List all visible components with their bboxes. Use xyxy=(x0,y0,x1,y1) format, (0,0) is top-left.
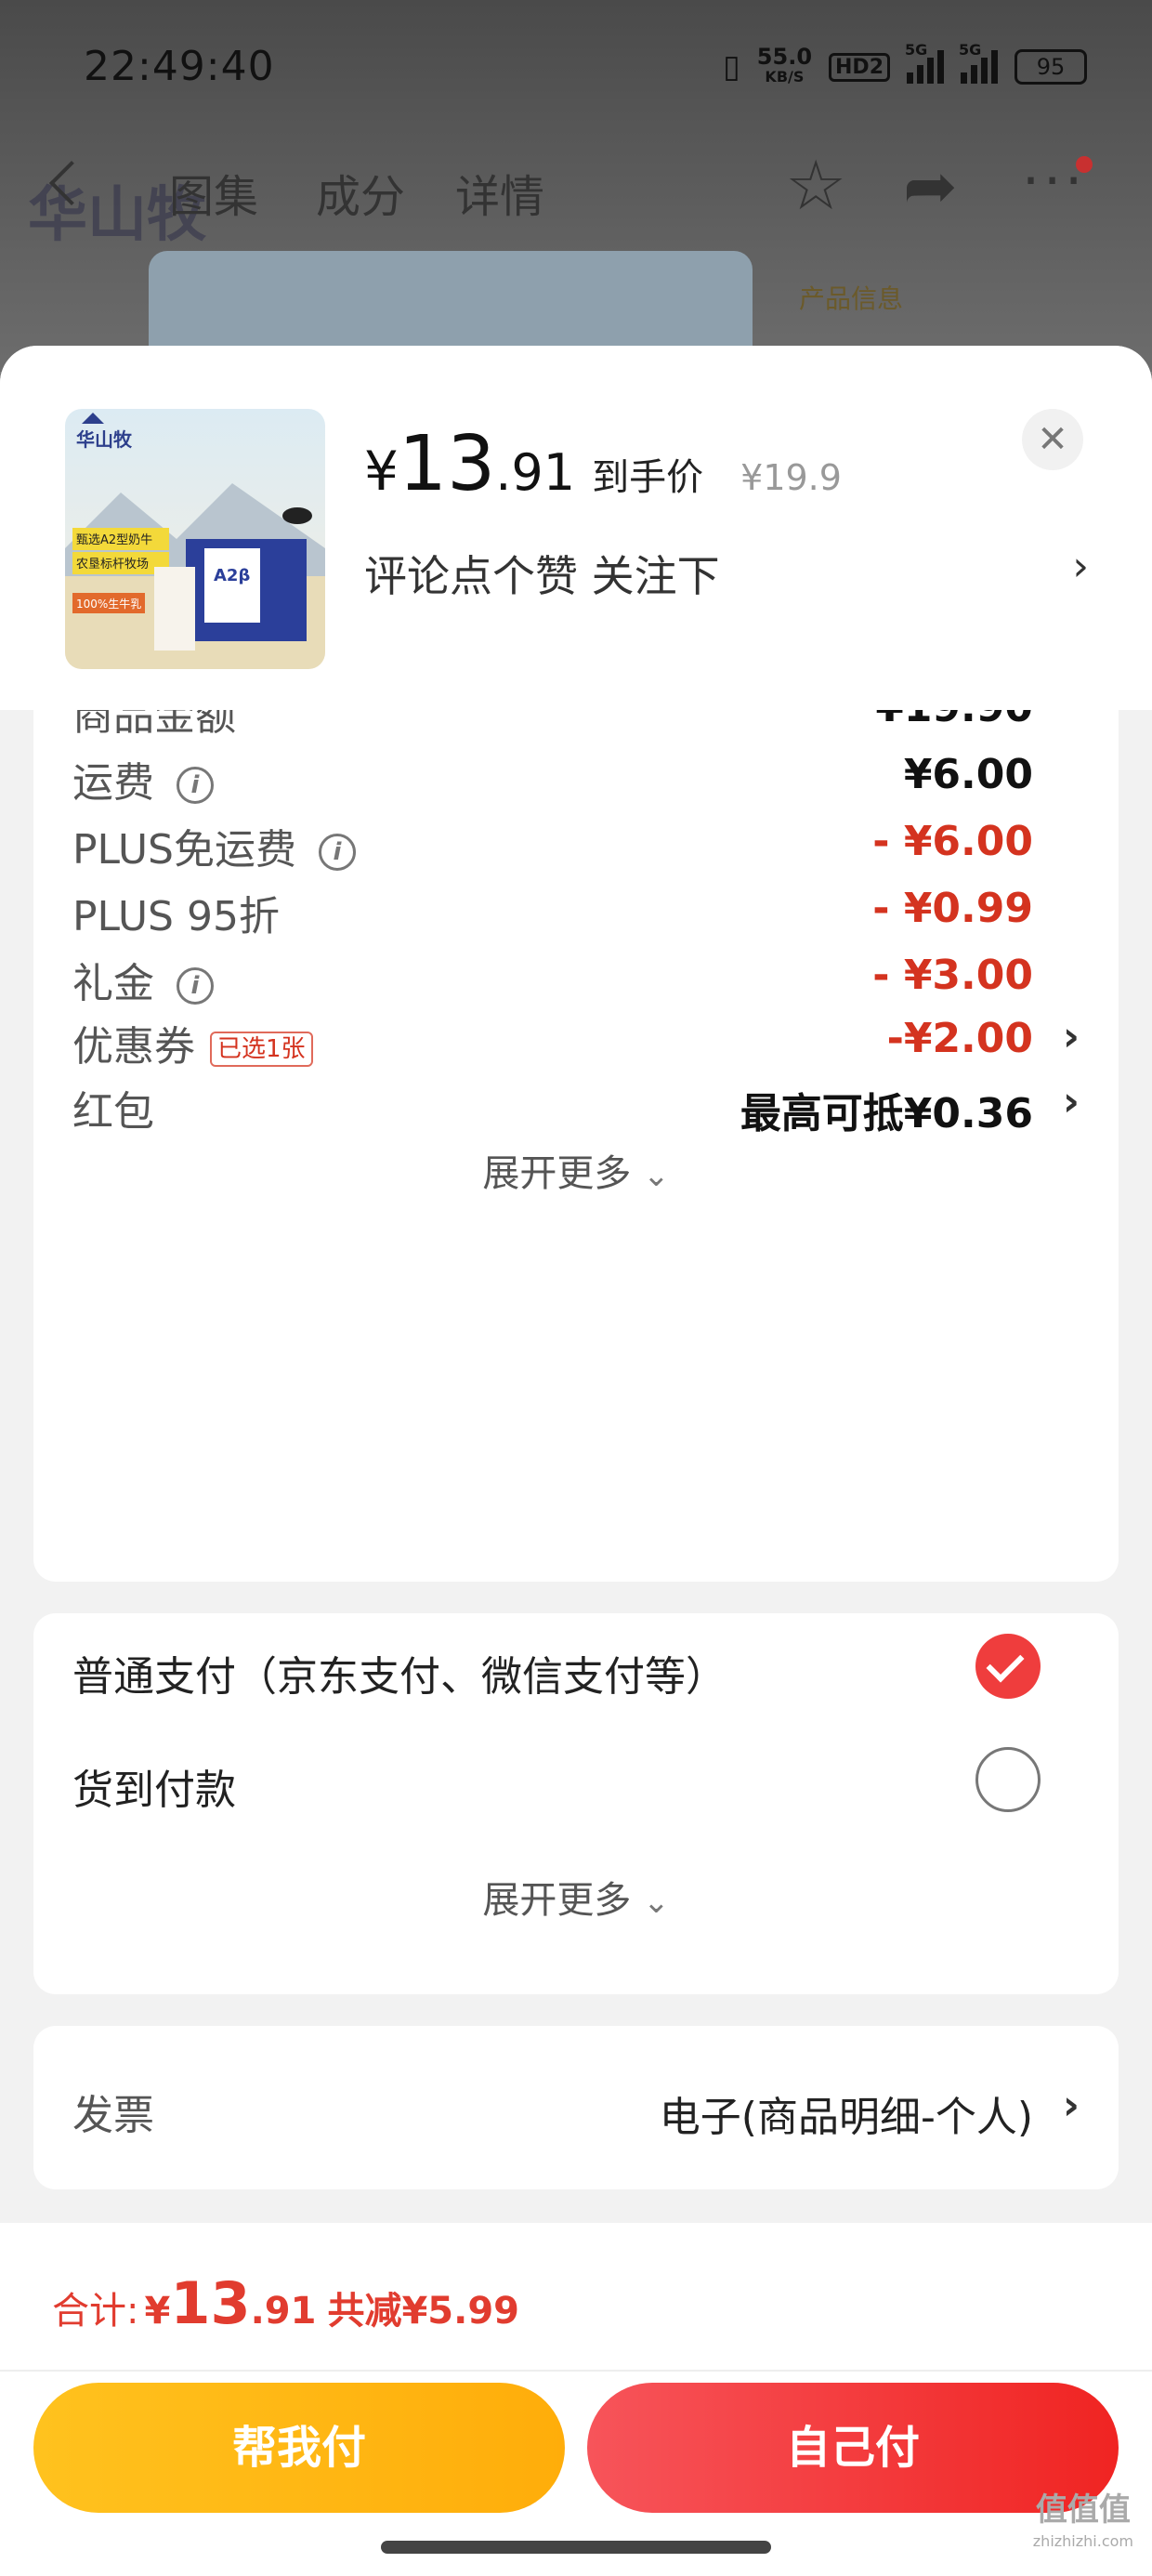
status-icons: ▯ 55.0 KB/S HD2 5G 5G 95 xyxy=(723,41,1087,87)
close-icon: ✕ xyxy=(1037,418,1068,461)
comment-follow-text: 评论点个赞 关注下 xyxy=(364,551,720,601)
product-nav-bar: 图集 成分 详情 ☆ ➦ ··· xyxy=(0,149,1152,232)
total-label: 合计: xyxy=(52,2290,139,2333)
expand-more-button[interactable]: 展开更多 ⌄ xyxy=(33,1870,1119,1924)
expand-more-button[interactable]: 展开更多 ⌄ xyxy=(33,1143,1119,1197)
payment-option-label: 货到付款 xyxy=(72,1767,236,1814)
breakdown-row-coupon[interactable]: 优惠券 已选1张 -¥2.00 › xyxy=(72,1004,1080,1078)
signal-label: 5G xyxy=(959,41,982,59)
total-reduced: 共减¥5.99 xyxy=(327,2290,519,2333)
total-row: 合计: ¥ 13 .91 共减¥5.99 xyxy=(52,2269,519,2337)
chevron-right-icon: › xyxy=(1072,543,1089,590)
comment-follow-row[interactable]: 评论点个赞 关注下 › xyxy=(364,543,1089,608)
info-icon[interactable]: i xyxy=(319,834,356,871)
row-label: 红包 xyxy=(72,1088,154,1136)
expand-more-label: 展开更多 xyxy=(482,1152,632,1195)
row-label: PLUS免运费 i xyxy=(72,816,356,875)
watermark-main: 值值值 xyxy=(1035,2491,1131,2529)
payment-method-card: 普通支付（京东支付、微信支付等） 货到付款 展开更多 ⌄ xyxy=(33,1613,1119,1994)
close-button[interactable]: ✕ xyxy=(1022,409,1083,470)
svg-text:农垦标杆牧场: 农垦标杆牧场 xyxy=(76,558,149,572)
checkout-bottom-bar: 合计: ¥ 13 .91 共减¥5.99 帮我付 自己付 值值值 zhizhiz… xyxy=(0,2223,1152,2576)
row-value: - ¥0.99 xyxy=(872,885,1033,932)
row-label: 运费 i xyxy=(72,749,214,808)
row-label: 礼金 i xyxy=(72,950,214,1009)
row-label: PLUS 95折 xyxy=(72,893,280,940)
svg-text:甄选A2型奶牛: 甄选A2型奶牛 xyxy=(76,533,152,547)
chevron-right-icon: › xyxy=(1062,1078,1080,1125)
product-thumbnail[interactable]: 华山牧 甄选A2型奶牛 农垦标杆牧场 100%生牛乳 A2β xyxy=(65,409,325,669)
expand-more-label: 展开更多 xyxy=(482,1879,632,1922)
chevron-down-icon: ⌄ xyxy=(643,1157,670,1194)
breakdown-row-plus-free-shipping: PLUS免运费 i - ¥6.00 xyxy=(72,807,1080,881)
invoice-label: 发票 xyxy=(72,2092,154,2139)
net-speed-value: 55.0 xyxy=(756,44,813,70)
invoice-row[interactable]: 发票 电子(商品明细-个人) › xyxy=(72,2072,1080,2147)
tab-ingredients[interactable]: 成分 xyxy=(316,160,405,225)
tab-details[interactable]: 详情 xyxy=(455,160,544,225)
back-icon[interactable] xyxy=(48,160,95,206)
net-speed-unit: KB/S xyxy=(765,68,805,85)
product-info-tab: 产品信息 xyxy=(799,283,904,314)
svg-text:A2β: A2β xyxy=(214,566,250,585)
total-integer: 13 xyxy=(170,2269,251,2337)
help-me-pay-button[interactable]: 帮我付 xyxy=(33,2383,565,2513)
status-time: 22:49:40 xyxy=(84,43,275,90)
divider xyxy=(0,2370,1152,2372)
price-currency: ¥ xyxy=(364,440,399,503)
breakdown-row-red-packet[interactable]: 红包 最高可抵¥0.36 › xyxy=(72,1069,1080,1143)
notification-dot xyxy=(1076,156,1093,173)
row-value: ¥6.00 xyxy=(903,751,1033,798)
breakdown-row-shipping: 运费 i ¥6.00 xyxy=(72,740,1080,814)
info-icon[interactable]: i xyxy=(177,767,214,804)
row-label: 优惠券 已选1张 xyxy=(72,1013,313,1072)
watermark-sub: zhizhizhi.com xyxy=(1032,2532,1133,2550)
row-value: - ¥3.00 xyxy=(872,952,1033,999)
price-breakdown-card: 商品金额 ¥19.90 运费i ¥6.00 PLUS免运费i - ¥6.00 P… xyxy=(33,710,1119,1582)
signal-label: 5G xyxy=(905,41,928,59)
total-decimal: .91 xyxy=(250,2290,317,2333)
payment-option-label: 普通支付（京东支付、微信支付等） xyxy=(72,1653,727,1701)
chevron-right-icon: › xyxy=(1062,1013,1080,1060)
chevron-right-icon: › xyxy=(1062,2082,1080,2129)
total-currency: ¥ xyxy=(144,2290,171,2333)
coupon-selected-badge: 已选1张 xyxy=(210,1032,313,1067)
row-value: - ¥6.00 xyxy=(872,818,1033,865)
background-product-page: 华山牧 产品信息 22:49:40 ▯ 55.0 KB/S HD2 5G 5G … xyxy=(0,0,1152,372)
payment-option-cod[interactable]: 货到付款 xyxy=(72,1747,1080,1831)
product-summary: 华山牧 甄选A2型奶牛 农垦标杆牧场 100%生牛乳 A2β ¥ 13 .91 … xyxy=(0,346,1152,710)
site-watermark: 值值值 zhizhizhi.com xyxy=(1033,2494,1133,2557)
row-label: 商品金额 xyxy=(72,710,236,740)
original-price: ¥19.9 xyxy=(740,457,842,498)
price-integer: 13 xyxy=(398,420,496,508)
share-icon[interactable]: ➦ xyxy=(903,149,958,223)
chevron-down-icon: ⌄ xyxy=(643,1884,670,1921)
net-speed: 55.0 KB/S xyxy=(757,46,812,87)
hd-icon: HD2 xyxy=(829,52,890,82)
row-value: 最高可抵¥0.36 xyxy=(740,1090,1033,1137)
home-indicator[interactable] xyxy=(381,2541,771,2554)
row-value: ¥19.90 xyxy=(875,710,1033,731)
status-bar: 22:49:40 ▯ 55.0 KB/S HD2 5G 5G 95 xyxy=(0,37,1152,102)
signal-icon: 5G xyxy=(905,41,944,84)
battery-icon: 95 xyxy=(1015,49,1087,85)
invoice-card[interactable]: 发票 电子(商品明细-个人) › xyxy=(33,2026,1119,2189)
price-row: ¥ 13 .91 到手价 ¥19.9 xyxy=(364,420,842,508)
unchecked-radio-icon[interactable] xyxy=(975,1747,1041,1812)
checked-radio-icon[interactable] xyxy=(975,1634,1041,1699)
info-icon[interactable]: i xyxy=(177,967,214,1005)
svg-text:华山牧: 华山牧 xyxy=(76,428,133,451)
star-icon[interactable]: ☆ xyxy=(785,149,846,223)
row-value: -¥2.00 xyxy=(886,1015,1033,1062)
payment-option-online[interactable]: 普通支付（京东支付、微信支付等） xyxy=(72,1634,1080,1717)
tab-gallery[interactable]: 图集 xyxy=(169,160,258,225)
signal-icon: 5G xyxy=(959,41,998,84)
svg-text:100%生牛乳: 100%生牛乳 xyxy=(76,597,141,611)
breakdown-row-plus-discount: PLUS 95折 - ¥0.99 xyxy=(72,874,1080,948)
more-icon[interactable]: ··· xyxy=(1022,149,1086,214)
invoice-value: 电子(商品明细-个人) xyxy=(659,2094,1033,2141)
vibrate-icon: ▯ xyxy=(723,48,740,85)
price-decimal: .91 xyxy=(495,443,576,502)
final-price-label: 到手价 xyxy=(592,456,704,499)
